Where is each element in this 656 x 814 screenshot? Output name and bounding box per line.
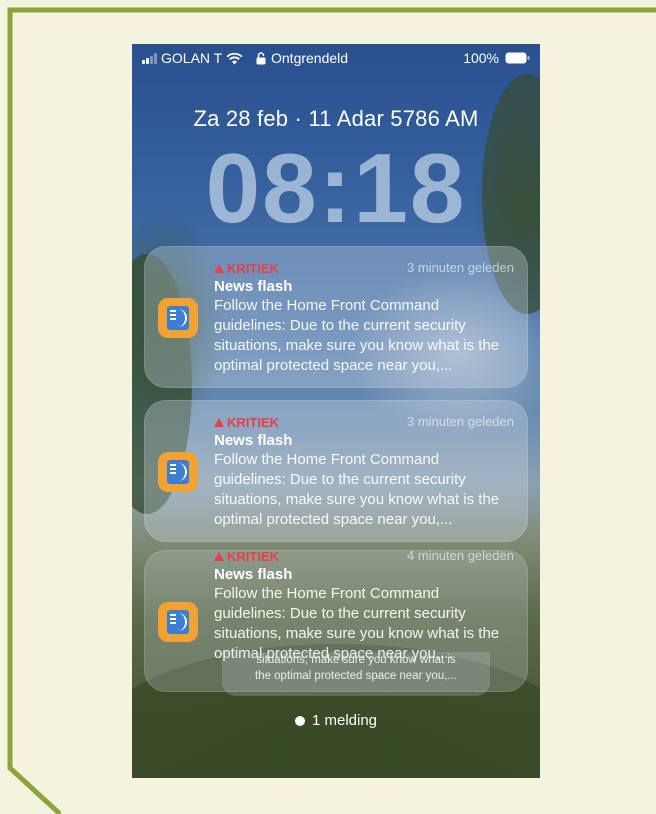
- carrier-group: GOLAN T: [142, 50, 243, 66]
- date-line: Za 28 feb · 11 Adar 5786 AM: [193, 106, 479, 131]
- lock-status-label: Ontgrendeld: [271, 50, 349, 66]
- battery-percent: 100%: [463, 50, 499, 66]
- critical-badge: KRITIEK: [214, 548, 279, 564]
- home-front-command-app-icon: [158, 298, 198, 338]
- battery-icon: [505, 52, 530, 64]
- home-front-command-app-icon: [158, 602, 198, 642]
- notification-card-1[interactable]: KRITIEK 3 minuten geleden News flash Fol…: [144, 246, 528, 388]
- critical-badge: KRITIEK: [214, 414, 279, 430]
- notification-count-label: 1 melding: [311, 712, 378, 729]
- phone-lockscreen: GOLAN T Ontgrendeld 100% Za 28 feb · 11 …: [132, 44, 540, 778]
- notification-title: News flash: [214, 566, 293, 583]
- notification-time: 4 minuten geleden: [407, 548, 514, 563]
- battery-group: 100%: [463, 50, 530, 66]
- warning-icon: [214, 551, 224, 561]
- notification-body: Follow the Home Front Command guidelines…: [214, 297, 500, 374]
- critical-badge: KRITIEK: [214, 260, 279, 276]
- notification-count-button[interactable]: 1 melding: [132, 712, 540, 729]
- carrier-label: GOLAN T: [161, 50, 223, 66]
- notification-title: News flash: [214, 432, 293, 449]
- lockscreen-clock: 08:18: [205, 133, 467, 243]
- critical-label: KRITIEK: [227, 260, 279, 276]
- notification-stack-tail[interactable]: situations, make sure you know what is t…: [222, 652, 490, 696]
- warning-icon: [214, 263, 224, 273]
- wifi-icon: [226, 52, 243, 64]
- notification-card-2[interactable]: KRITIEK 3 minuten geleden News flash Fol…: [144, 400, 528, 542]
- status-bar: GOLAN T Ontgrendeld 100%: [132, 44, 540, 74]
- notification-title: News flash: [214, 278, 293, 295]
- stack-tail-line-2: the optimal protected space near you,...: [254, 670, 457, 682]
- notification-body: Follow the Home Front Command guidelines…: [214, 451, 500, 528]
- home-front-command-app-icon: [158, 452, 198, 492]
- stack-tail-line-1: situations, make sure you know what is: [256, 654, 456, 666]
- warning-icon: [214, 417, 224, 427]
- notification-time: 3 minuten geleden: [407, 260, 514, 275]
- lock-status-group: Ontgrendeld: [256, 50, 348, 66]
- critical-label: KRITIEK: [227, 548, 279, 564]
- signal-icon: [142, 52, 157, 64]
- critical-label: KRITIEK: [227, 414, 279, 430]
- notification-time: 3 minuten geleden: [407, 414, 514, 429]
- dot-icon: [294, 716, 305, 726]
- unlock-icon: [256, 51, 266, 64]
